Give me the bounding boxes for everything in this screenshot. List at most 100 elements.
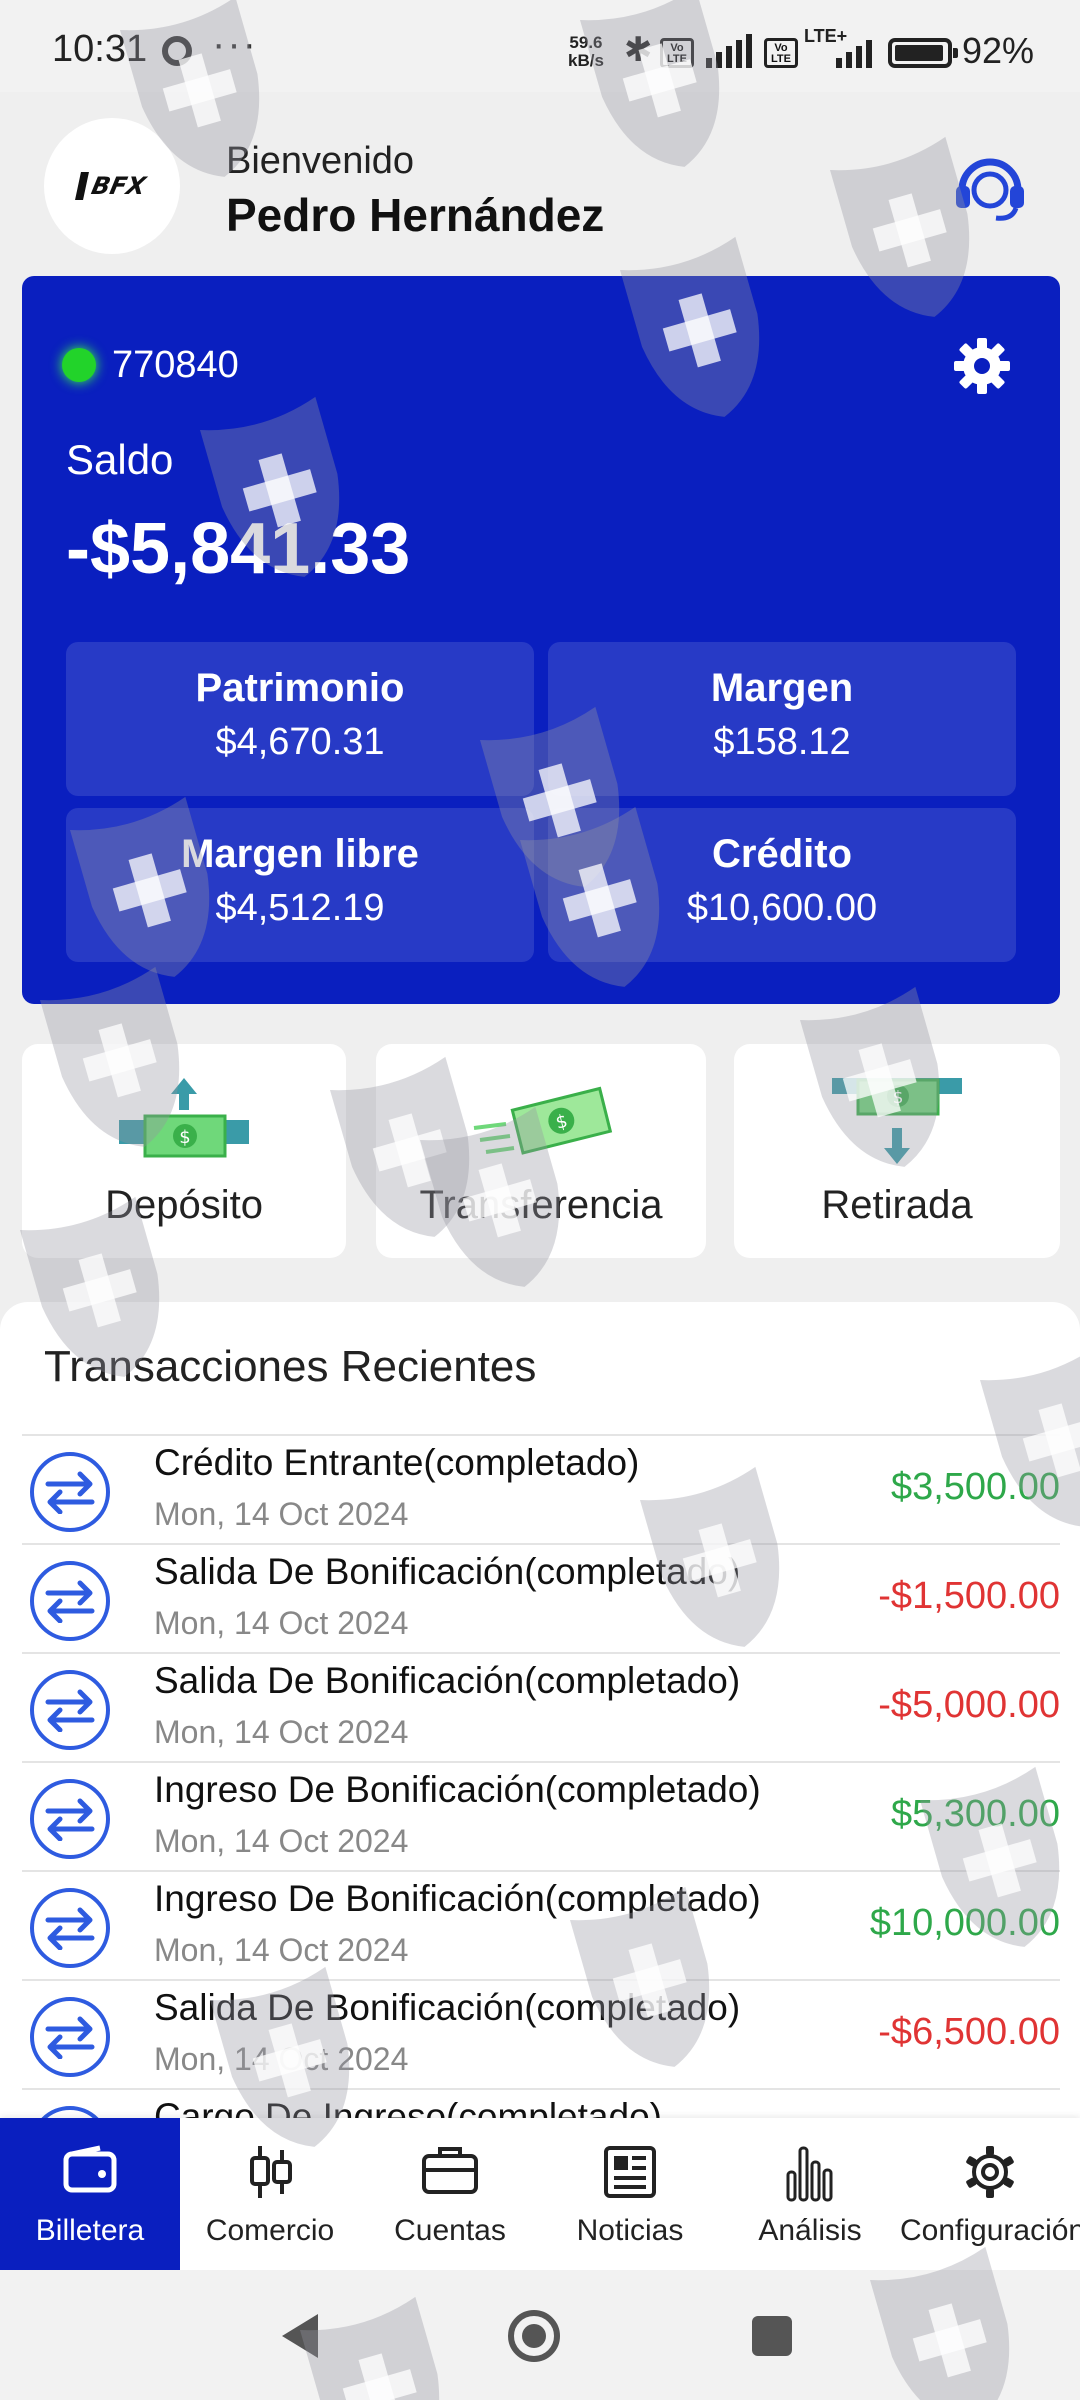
stat-label: Patrimonio (195, 666, 405, 710)
transaction-amount: -$5,000.00 (878, 1684, 1060, 1726)
transaction-row[interactable]: Salida De Bonificación(completado) Mon, 1… (22, 1979, 1060, 2088)
stat-margin: Margen $158.12 (548, 642, 1016, 796)
stat-value: $4,512.19 (215, 887, 385, 929)
withdraw-icon: $ (832, 1078, 962, 1164)
transaction-amount: $10,000.00 (869, 1902, 1060, 1944)
nav-trade[interactable]: Comercio (180, 2118, 360, 2270)
bar-chart-icon (786, 2146, 833, 2202)
transaction-row[interactable]: Ingreso De Bonificación(completado) Mon, … (22, 1870, 1060, 1979)
transaction-date: Mon, 14 Oct 2024 (154, 1932, 409, 1968)
recent-apps-icon[interactable] (752, 2316, 792, 2356)
nav-analysis[interactable]: Análisis (720, 2118, 900, 2270)
withdraw-button[interactable]: $ Retirada (734, 1044, 1060, 1258)
network-speed-value: 59.6 (569, 33, 603, 52)
home-icon[interactable] (508, 2310, 560, 2362)
app-logo: BFX (44, 118, 180, 254)
transaction-title: Salida De Bonificación(completado) (154, 1987, 741, 2028)
status-time: 10:31 (52, 28, 148, 70)
stat-label: Crédito (712, 832, 852, 876)
battery-icon (888, 38, 958, 68)
volte-icon-2: Vo LTE (764, 38, 798, 68)
transaction-title: Crédito Entrante(completado) (154, 1442, 640, 1483)
transaction-amount: $3,500.00 (890, 1466, 1060, 1508)
transaction-amount: $5,300.00 (890, 1793, 1060, 1835)
stat-credit: Crédito $10,600.00 (548, 808, 1016, 962)
balance-label: Saldo (66, 436, 174, 483)
stat-free-margin: Margen libre $4,512.19 (66, 808, 534, 962)
stat-value: $4,670.31 (215, 721, 385, 763)
transaction-row[interactable]: Salida De Bonificación(completado) Mon, 1… (22, 1652, 1060, 1761)
battery-percent: 92% (962, 30, 1035, 71)
transaction-title: Ingreso De Bonificación(completado) (154, 1769, 761, 1810)
transaction-date: Mon, 14 Oct 2024 (154, 1496, 409, 1532)
svg-text:$: $ (893, 1088, 904, 1108)
transfer-arrows-icon (30, 1670, 110, 1750)
newspaper-icon (604, 2146, 656, 2198)
nav-label: Billetera (35, 2214, 145, 2247)
stat-value: $158.12 (713, 721, 851, 763)
deposit-icon: $ (119, 1078, 249, 1158)
stat-label: Margen libre (181, 832, 419, 876)
welcome-label: Bienvenido (226, 140, 415, 182)
balance-value: -$5,841.33 (66, 509, 411, 589)
transfer-button[interactable]: $ Transferencia (376, 1044, 706, 1258)
briefcase-icon (422, 2147, 478, 2194)
transactions-title: Transacciones Recientes (44, 1342, 537, 1391)
candlestick-icon (250, 2146, 292, 2198)
transaction-date: Mon, 14 Oct 2024 (154, 1714, 409, 1750)
nav-label: Configuración (900, 2214, 1080, 2247)
online-status-dot (62, 348, 96, 382)
transaction-row[interactable]: Ingreso De Bonificación(completado) Mon, … (22, 1761, 1060, 1870)
stat-value: $10,600.00 (686, 887, 878, 929)
bottom-navigation: Billetera Comercio Cuentas Noticias Anál… (0, 2118, 1080, 2270)
transaction-row[interactable]: Cargo De Ingreso(completado) (22, 2088, 1060, 2122)
transaction-row[interactable]: Salida De Bonificación(completado) Mon, 1… (22, 1543, 1060, 1652)
system-navigation-bar (0, 2270, 1080, 2400)
signal-icon-2 (836, 34, 872, 68)
nav-news[interactable]: Noticias (540, 2118, 720, 2270)
gear-icon (966, 2146, 1014, 2198)
stat-label: Margen (710, 666, 854, 710)
user-name: Pedro Hernández (226, 189, 605, 241)
chrome-icon (162, 36, 192, 66)
logo-text: BFX (75, 172, 149, 200)
nav-settings[interactable]: Configuración (900, 2118, 1080, 2270)
transaction-row[interactable]: Crédito Entrante(completado) Mon, 14 Oct … (22, 1434, 1060, 1543)
support-headset-icon[interactable] (950, 150, 1030, 222)
wallet-icon (63, 2145, 117, 2193)
volte-icon: Vo LTE (660, 38, 694, 68)
deposit-button[interactable]: $ Depósito (22, 1044, 346, 1258)
transactions-panel: Transacciones Recientes Crédito Entrante… (0, 1302, 1080, 2122)
back-icon[interactable] (282, 2314, 318, 2358)
transaction-date: Mon, 14 Oct 2024 (154, 2041, 409, 2077)
signal-icon (706, 34, 752, 68)
nav-label: Análisis (758, 2214, 862, 2247)
transfer-arrows-icon (30, 1561, 110, 1641)
transaction-amount: -$6,500.00 (878, 2011, 1060, 2053)
bluetooth-icon: ✱ (624, 31, 653, 69)
stat-equity: Patrimonio $4,670.31 (66, 642, 534, 796)
nav-label: Cuentas (394, 2214, 506, 2247)
nav-accounts[interactable]: Cuentas (360, 2118, 540, 2270)
transaction-title: Ingreso De Bonificación(completado) (154, 1878, 761, 1919)
nav-wallet[interactable]: Billetera (0, 2118, 180, 2270)
deposit-label: Depósito (105, 1183, 263, 1227)
transaction-amount: -$1,500.00 (878, 1575, 1060, 1617)
svg-text:$: $ (179, 1127, 190, 1148)
account-card: 770840 Saldo -$5,841.33 Patrimonio $4,67… (22, 276, 1060, 1004)
transfer-arrows-icon (30, 1452, 110, 1532)
transfer-label: Transferencia (419, 1183, 663, 1227)
nav-label: Noticias (576, 2214, 684, 2247)
transfer-arrows-icon (30, 1779, 110, 1859)
transfer-arrows-icon (30, 1888, 110, 1968)
nav-label: Comercio (205, 2214, 335, 2247)
network-speed-unit: kB/s (568, 51, 604, 70)
transaction-date: Mon, 14 Oct 2024 (154, 1605, 409, 1641)
network-speed: 59.6 kB/s (568, 34, 604, 70)
account-number: 770840 (112, 344, 239, 386)
transaction-title: Salida De Bonificación(completado) (154, 1660, 741, 1701)
transfer-arrows-icon (30, 1997, 110, 2077)
withdraw-label: Retirada (821, 1183, 973, 1227)
transaction-date: Mon, 14 Oct 2024 (154, 1823, 409, 1859)
account-settings-gear-icon[interactable] (952, 336, 1012, 396)
